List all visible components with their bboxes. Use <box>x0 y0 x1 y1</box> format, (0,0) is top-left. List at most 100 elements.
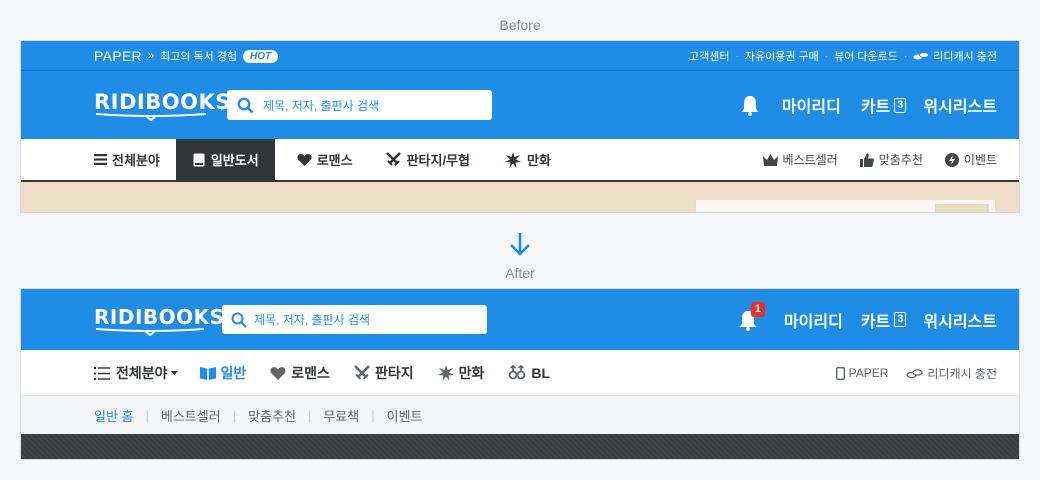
before-category-bar: 전체분야 일반도서 로맨스 판타지/무협 만화 베스트셀러 맞춤추천 이벤트 <box>21 139 1019 182</box>
after-category-bar: 전체분야 일반 로맨스 판타지 만화 BL PAPER 리디캐시 충전 <box>21 350 1019 396</box>
open-book-icon <box>199 366 216 380</box>
crossed-swords-icon <box>354 365 370 381</box>
subnav-divider: | <box>145 407 149 423</box>
category-comics[interactable]: 만화 <box>505 139 551 180</box>
my-ridi-link[interactable]: 마이리디 <box>784 308 843 332</box>
subnav-free-books[interactable]: 무료책 <box>323 406 359 425</box>
arrow-down-icon <box>510 233 530 256</box>
cart-count-badge: 3 <box>894 312 907 327</box>
search-icon <box>237 97 254 114</box>
subnav-divider: | <box>307 407 312 423</box>
after-frame: RIDIBOOKS 제목, 저자, 출판사 검색 1 마이리디 카트 3 위시리… <box>20 288 1020 460</box>
burst-icon <box>437 365 454 381</box>
bestseller-link[interactable]: 베스트셀러 <box>762 151 838 168</box>
link-label: 맞춤추천 <box>878 153 923 167</box>
category-fantasy[interactable]: 판타지 <box>354 363 414 383</box>
thumbs-up-icon <box>859 153 874 167</box>
dot-divider: · <box>903 50 908 62</box>
category-label: 전체분야 <box>112 153 160 168</box>
dot-divider: · <box>824 50 829 62</box>
hot-badge: HOT <box>243 49 279 63</box>
coins-icon <box>913 51 930 61</box>
category-label: 일반도서 <box>210 153 259 168</box>
subnav-general-home[interactable]: 일반 홈 <box>94 406 134 425</box>
device-icon <box>835 366 845 380</box>
link-label: PAPER <box>848 366 889 380</box>
after-header: RIDIBOOKS 제목, 저자, 출판사 검색 1 마이리디 카트 3 위시리… <box>21 289 1019 350</box>
before-topbar: PAPER » 최고의 독서 경험 HOT 고객센터 · 자유이용권 구매 · … <box>21 41 1019 71</box>
notification-count-badge: 1 <box>750 301 766 317</box>
category-label: 전체분야 <box>116 365 168 381</box>
cart-link[interactable]: 카트 3 <box>861 93 907 117</box>
wishlist-link[interactable]: 위시리스트 <box>923 93 997 117</box>
cart-count-badge: 3 <box>894 97 907 113</box>
topbar-link-viewer[interactable]: 뷰어 다운로드 <box>834 48 898 64</box>
after-banner <box>21 434 1019 459</box>
before-banner <box>21 182 1019 212</box>
tagline-text: 최고의 독서 경험 <box>160 51 238 63</box>
my-ridi-link[interactable]: 마이리디 <box>782 93 841 117</box>
link-label: 베스트셀러 <box>782 153 838 167</box>
category-label: 로맨스 <box>291 365 330 381</box>
category-all[interactable]: 전체분야 <box>94 139 160 180</box>
before-header: RIDIBOOKS 제목, 저자, 출판사 검색 마이리디 카트 3 위시리스트 <box>21 71 1019 139</box>
cash-charge-link[interactable]: 리디캐시 충전 <box>906 365 997 382</box>
burst-icon <box>505 151 521 168</box>
gender-icon <box>508 365 526 381</box>
after-caption: After <box>505 265 535 281</box>
paper-link[interactable]: PAPER <box>94 48 142 64</box>
topbar-link-customer-center[interactable]: 고객센터 <box>689 48 729 64</box>
before-caption: Before <box>499 17 541 33</box>
category-label: 로맨스 <box>316 153 353 168</box>
before-frame: PAPER » 최고의 독서 경험 HOT 고객센터 · 자유이용권 구매 · … <box>20 40 1020 213</box>
ridibooks-logo[interactable]: RIDIBOOKS <box>94 88 230 122</box>
topbar-link-cash[interactable]: 리디캐시 충전 <box>933 48 997 64</box>
heart-icon <box>270 366 286 380</box>
chevron-icon: » <box>147 50 155 62</box>
book-icon <box>193 153 205 167</box>
category-general-books[interactable]: 일반도서 <box>175 139 275 180</box>
search-placeholder: 제목, 저자, 출판사 검색 <box>254 313 371 327</box>
bell-icon[interactable] <box>740 94 760 116</box>
paper-link[interactable]: PAPER <box>835 366 889 380</box>
category-fantasy[interactable]: 판타지/무협 <box>385 139 470 180</box>
cart-label: 카트 <box>860 313 891 331</box>
search-placeholder: 제목, 저자, 출판사 검색 <box>263 98 380 113</box>
coins-icon <box>906 368 924 379</box>
category-general[interactable]: 일반 <box>199 363 247 383</box>
crown-icon <box>762 153 778 166</box>
notification-button[interactable]: 1 <box>738 301 766 331</box>
topbar-link-pass[interactable]: 자유이용권 구매 <box>745 48 819 64</box>
event-link[interactable]: 이벤트 <box>944 151 997 168</box>
subnav-event[interactable]: 이벤트 <box>387 406 423 425</box>
category-label: BL <box>531 365 551 381</box>
ridibooks-logo[interactable]: RIDIBOOKS <box>94 303 224 337</box>
search-icon <box>231 312 247 328</box>
search-input[interactable]: 제목, 저자, 출판사 검색 <box>222 305 487 334</box>
category-label: 일반 <box>220 365 247 381</box>
cart-link[interactable]: 카트 3 <box>861 308 907 332</box>
subnav-divider: | <box>371 407 375 423</box>
category-romance[interactable]: 로맨스 <box>270 363 330 383</box>
list-icon <box>94 366 110 380</box>
search-input[interactable]: 제목, 저자, 출판사 검색 <box>227 90 492 120</box>
subnav-bestseller[interactable]: 베스트셀러 <box>161 406 221 425</box>
category-romance[interactable]: 로맨스 <box>297 139 353 180</box>
category-label: 만화 <box>458 365 485 381</box>
heart-icon <box>297 153 312 166</box>
link-label: 이벤트 <box>963 153 997 167</box>
recommend-link[interactable]: 맞춤추천 <box>859 151 923 168</box>
wishlist-link[interactable]: 위시리스트 <box>923 308 997 332</box>
category-label: 만화 <box>527 153 551 168</box>
hamburger-icon <box>94 154 107 165</box>
category-label: 판타지 <box>374 365 414 381</box>
cart-label: 카트 <box>860 99 891 116</box>
category-comics[interactable]: 만화 <box>437 363 485 383</box>
subnav-recommend[interactable]: 맞춤추천 <box>248 406 296 425</box>
category-bl[interactable]: BL <box>508 365 550 381</box>
dot-divider: · <box>735 50 739 62</box>
lightning-icon <box>944 152 959 167</box>
category-all[interactable]: 전체분야 <box>94 363 178 383</box>
caret-down-icon <box>170 370 178 376</box>
banner-thumbnail <box>935 204 989 212</box>
